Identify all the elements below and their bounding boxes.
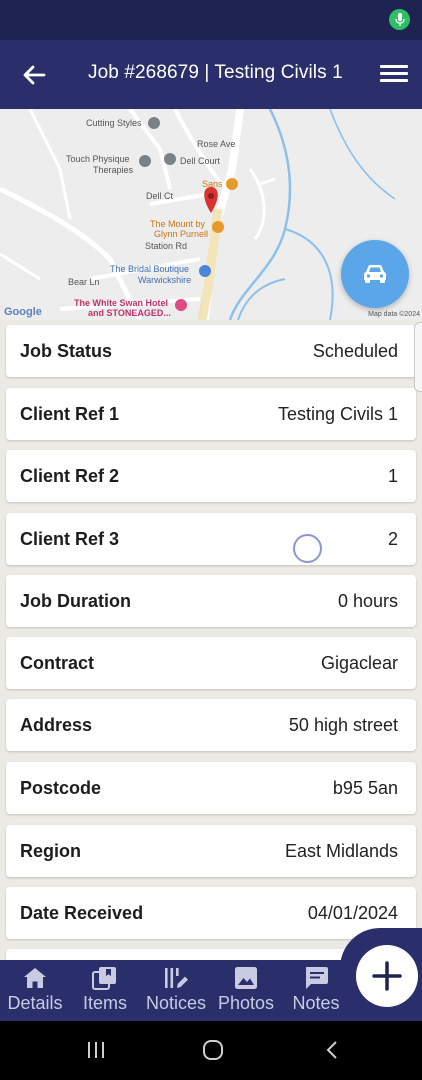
detail-label: Client Ref 2	[20, 465, 120, 486]
map-label: Dell Ct	[146, 191, 174, 201]
detail-row-address[interactable]: Address 50 high street	[6, 699, 416, 751]
detail-value: Testing Civils 1	[277, 403, 398, 424]
detail-row-postcode[interactable]: Postcode b95 5an	[6, 762, 416, 814]
nav-label: Photos	[217, 993, 275, 1013]
map-label: The Bridal Boutique	[110, 264, 190, 274]
google-logo: Google	[4, 306, 42, 318]
add-button[interactable]	[356, 945, 418, 1007]
status-bar	[0, 0, 422, 40]
detail-value: 1	[387, 465, 398, 486]
detail-label: Contract	[20, 652, 95, 673]
car-icon	[364, 265, 386, 283]
page-title: Job #268679 | Testing Civils 1	[88, 62, 343, 83]
back-arrow-icon	[23, 65, 46, 85]
detail-label: Postcode	[20, 777, 102, 798]
map-label: Warwickshire	[138, 275, 192, 285]
system-nav-bar	[0, 1021, 422, 1080]
detail-label: Address	[20, 714, 93, 735]
chevron-left-icon	[326, 1041, 337, 1059]
system-back-button[interactable]	[312, 1035, 352, 1065]
plus-icon	[372, 961, 402, 991]
detail-row-job-status[interactable]: Job Status Scheduled	[6, 325, 416, 377]
menu-button[interactable]	[380, 62, 408, 88]
touch-indicator	[293, 534, 322, 563]
nav-item-notices[interactable]: Notices	[141, 960, 211, 1021]
home-icon	[23, 965, 47, 991]
map-label: Cutting Styles	[86, 118, 142, 128]
detail-value: Scheduled	[312, 340, 398, 361]
nav-label: Details	[7, 993, 63, 1013]
map-label: Station Rd	[145, 241, 188, 251]
detail-row-client-ref-3[interactable]: Client Ref 3 2	[6, 513, 416, 565]
recent-apps-icon	[88, 1042, 104, 1058]
home-button[interactable]	[193, 1035, 233, 1065]
nav-item-items[interactable]: Items	[76, 960, 134, 1021]
map-label: The Mount by	[150, 219, 206, 229]
back-button[interactable]	[18, 60, 50, 90]
map-label: Dell Court	[180, 156, 221, 166]
nav-label: Items	[82, 993, 127, 1013]
detail-label: Date Received	[20, 902, 144, 923]
nav-item-notes[interactable]: Notes	[286, 960, 346, 1021]
detail-label: Region	[20, 840, 81, 861]
detail-value: 2	[387, 528, 398, 549]
detail-label: Job Status	[20, 340, 113, 361]
hamburger-line	[380, 79, 408, 82]
notes-icon	[303, 965, 329, 991]
detail-value: 04/01/2024	[307, 902, 398, 923]
map-label: Bear Ln	[68, 277, 100, 287]
map-label: Sans	[202, 179, 223, 189]
detail-row-client-ref-2[interactable]: Client Ref 2 1	[6, 450, 416, 502]
map-label: The White Swan Hotel	[74, 298, 169, 308]
home-circle-icon	[203, 1040, 223, 1060]
detail-value: 0 hours	[337, 590, 398, 611]
nav-item-details[interactable]: Details	[4, 960, 66, 1021]
microphone-icon	[389, 9, 410, 30]
hamburger-line	[380, 65, 408, 68]
map-label: Touch Physique	[66, 154, 130, 164]
recent-apps-button[interactable]	[76, 1035, 116, 1065]
map-label: Therapies	[93, 165, 134, 175]
detail-value: Gigaclear	[320, 652, 398, 673]
nav-label: Notices	[145, 993, 207, 1013]
app-bar: Job #268679 | Testing Civils 1	[0, 40, 422, 109]
navigate-button[interactable]	[341, 240, 409, 308]
detail-label: Client Ref 3	[20, 528, 120, 549]
detail-row-date-received[interactable]: Date Received 04/01/2024	[6, 887, 416, 939]
items-icon	[92, 965, 118, 991]
map-label: and STONEAGED...	[88, 308, 171, 318]
notices-icon	[163, 965, 189, 991]
nav-label: Notes	[292, 993, 340, 1013]
hamburger-line	[380, 72, 408, 75]
detail-row-client-ref-1[interactable]: Client Ref 1 Testing Civils 1	[6, 388, 416, 440]
detail-label: Job Duration	[20, 590, 131, 611]
detail-value: b95 5an	[332, 777, 398, 798]
photo-icon	[234, 965, 258, 991]
scroll-handle[interactable]	[414, 322, 422, 392]
detail-value: 50 high street	[288, 714, 398, 735]
detail-row-job-duration[interactable]: Job Duration 0 hours	[6, 575, 416, 627]
detail-value: East Midlands	[284, 840, 398, 861]
detail-label: Client Ref 1	[20, 403, 120, 424]
map-attribution[interactable]: Map data ©2024	[368, 311, 420, 318]
nav-item-photos[interactable]: Photos	[214, 960, 278, 1021]
detail-row-contract[interactable]: Contract Gigaclear	[6, 637, 416, 689]
map-label: Rose Ave	[197, 139, 236, 149]
map-label: Glynn Purnell	[154, 229, 209, 239]
detail-row-region[interactable]: Region East Midlands	[6, 825, 416, 877]
